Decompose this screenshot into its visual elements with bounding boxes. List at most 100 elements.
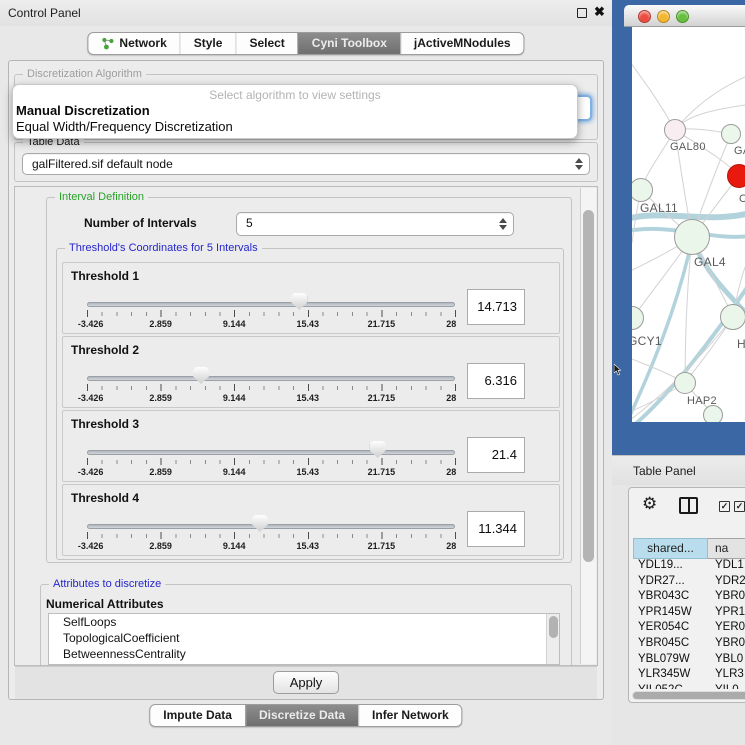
group-title: Discretization Algorithm (23, 68, 146, 80)
node-label: GAL4 (694, 255, 726, 269)
table-row[interactable]: YIL052CYIL0 (633, 684, 745, 689)
spinner-arrows-icon (498, 218, 507, 230)
table-data-combobox[interactable]: galFiltered.sif default node (22, 153, 590, 175)
column-header-name[interactable]: na (708, 538, 745, 559)
slider-track[interactable] (87, 376, 455, 381)
slider-major-ticks (87, 384, 456, 391)
tab-cyni-toolbox[interactable]: Cyni Toolbox (298, 33, 400, 54)
table-row[interactable]: YDL19...YDL1 (633, 559, 745, 575)
group-title: Attributes to discretize (49, 578, 165, 590)
tab-network-label: Network (119, 36, 166, 50)
tab-jactivemnodules[interactable]: jActiveMNodules (400, 33, 524, 54)
intervals-value: 5 (246, 216, 253, 230)
node-label: GAL11 (640, 201, 678, 215)
apply-button[interactable]: Apply (273, 671, 339, 694)
slider-track[interactable] (87, 302, 455, 307)
tab-select[interactable]: Select (235, 33, 297, 54)
threshold-3-slider[interactable]: -3.4262.8599.14415.4321.71528 (87, 411, 455, 481)
network-node[interactable] (721, 124, 741, 144)
threshold-3-value-field[interactable]: 21.4 (467, 437, 525, 473)
slider-scale-labels: -3.4262.8599.14415.4321.71528 (87, 319, 455, 330)
slider-major-ticks (87, 458, 456, 465)
table-rows: YDL19...YDL1 YDR27...YDR2 YBR043CYBR0 YP… (633, 559, 745, 689)
slider-major-ticks (87, 532, 456, 539)
minimize-traffic-light-icon[interactable] (657, 10, 670, 23)
table-row[interactable]: YPR145WYPR1 (633, 606, 745, 622)
threshold-1-slider[interactable]: -3.4262.8599.14415.4321.71528 (87, 263, 455, 333)
network-canvas[interactable]: GAL80 GA C GAL11 GAL4 GCY1 H HAP2 (632, 27, 745, 422)
tab-infer-network[interactable]: Infer Network (358, 705, 462, 726)
network-node-selected[interactable] (727, 164, 745, 188)
network-node[interactable] (703, 405, 723, 422)
vertical-scrollbar[interactable] (580, 188, 596, 664)
table-row[interactable]: YLR345WYLR3 (633, 668, 745, 684)
slider-track[interactable] (87, 450, 455, 455)
spinner-arrows-icon (574, 158, 583, 170)
scrollbar-thumb[interactable] (549, 616, 558, 638)
horizontal-scrollbar[interactable] (632, 691, 745, 700)
table-row[interactable]: YBR045CYBR0 (633, 637, 745, 653)
group-title: Threshold's Coordinates for 5 Intervals (65, 242, 262, 254)
slider-thumb[interactable] (252, 515, 268, 532)
close-traffic-light-icon[interactable] (638, 10, 651, 23)
threshold-4-slider[interactable]: -3.4262.8599.14415.4321.71528 (87, 485, 455, 555)
threshold-2-value-field[interactable]: 6.316 (467, 363, 525, 399)
network-icon (101, 37, 114, 50)
list-item[interactable]: SelfLoops (49, 614, 559, 630)
zoom-traffic-light-icon[interactable] (676, 10, 689, 23)
table-row[interactable]: YDR27...YDR2 (633, 575, 745, 591)
list-item[interactable]: TopologicalCoefficient (49, 630, 559, 646)
scrollbar-thumb[interactable] (633, 692, 745, 699)
tab-style[interactable]: Style (180, 33, 236, 54)
slider-track[interactable] (87, 524, 455, 529)
threshold-1-panel: Threshold 1 -3.4262.8599.14415.4321.7152… (62, 262, 560, 334)
slider-scale-labels: -3.4262.8599.14415.4321.71528 (87, 393, 455, 404)
split-view-icon[interactable] (679, 497, 698, 514)
gear-icon[interactable]: ⚙ (642, 494, 657, 514)
threshold-2-slider[interactable]: -3.4262.8599.14415.4321.71528 (87, 337, 455, 407)
table-panel-title: Table Panel (633, 464, 696, 478)
table-panel-card: ⚙ ✓ ✓ shared... na YDL19...YDL1 YDR27...… (628, 487, 745, 703)
dropdown-option-equal-width[interactable]: Equal Width/Frequency Discretization (16, 119, 233, 134)
number-of-intervals-combobox[interactable]: 5 (236, 212, 514, 236)
checkbox-icon[interactable]: ✓ (734, 501, 745, 512)
table-header-row: shared... na (633, 538, 745, 559)
dropdown-option-manual[interactable]: Manual Discretization (16, 103, 150, 118)
tab-impute-data[interactable]: Impute Data (150, 705, 245, 726)
checkbox-icon[interactable]: ✓ (719, 501, 730, 512)
table-row[interactable]: YBR043CYBR0 (633, 590, 745, 606)
node-label: GAL80 (670, 141, 706, 153)
scrollbar-thumb[interactable] (583, 210, 594, 562)
network-node[interactable] (674, 219, 710, 255)
threshold-3-panel: Threshold 3 -3.4262.8599.14415.4321.7152… (62, 410, 560, 482)
node-label: GCY1 (632, 334, 662, 348)
float-window-icon[interactable] (577, 8, 587, 18)
numerical-attributes-label: Numerical Attributes (46, 597, 164, 611)
slider-thumb[interactable] (370, 441, 386, 458)
network-node[interactable] (664, 119, 686, 141)
network-window-titlebar[interactable] (624, 5, 745, 27)
threshold-4-value-field[interactable]: 11.344 (467, 511, 525, 547)
list-item[interactable]: BetweennessCentrality (49, 646, 559, 662)
close-icon[interactable]: ✖ (594, 4, 605, 20)
threshold-2-panel: Threshold 2 -3.4262.8599.14415.4321.7152… (62, 336, 560, 408)
tab-network[interactable]: Network (88, 33, 179, 54)
column-header-shared[interactable]: shared... (633, 538, 708, 559)
network-node[interactable] (674, 372, 696, 394)
slider-major-ticks (87, 310, 456, 317)
control-panel: Control Panel ✖ Network Style Select Cyn… (0, 0, 612, 745)
list-scrollbar[interactable] (546, 614, 559, 664)
network-node[interactable] (720, 304, 745, 330)
control-panel-header: Control Panel ✖ (0, 0, 612, 26)
threshold-1-value-field[interactable]: 14.713 (467, 289, 525, 325)
slider-thumb[interactable] (291, 293, 307, 310)
network-view-window[interactable]: GAL80 GA C GAL11 GAL4 GCY1 H HAP2 (612, 0, 745, 455)
table-row[interactable]: YBL079WYBL0 (633, 653, 745, 669)
top-tab-bar: Network Style Select Cyni Toolbox jActiv… (87, 32, 524, 55)
tab-discretize-data[interactable]: Discretize Data (245, 705, 358, 726)
numerical-attributes-list: SelfLoops TopologicalCoefficient Between… (48, 613, 560, 665)
slider-thumb[interactable] (193, 367, 209, 384)
node-label: GA (734, 145, 745, 157)
table-row[interactable]: YER054CYER0 (633, 621, 745, 637)
panel-title: Control Panel (8, 6, 81, 20)
